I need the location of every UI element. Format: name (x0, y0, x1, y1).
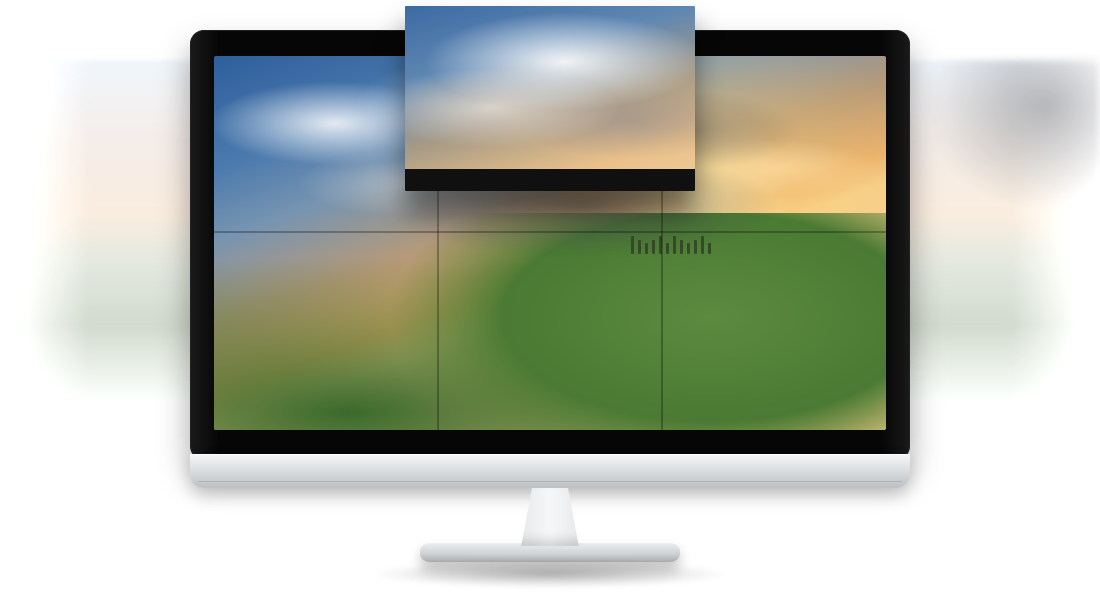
floating-tile (405, 6, 695, 191)
monitor-chin (190, 454, 910, 488)
landscape-hill (214, 213, 886, 430)
floating-tile-bottom-bar (405, 169, 695, 191)
hill-trees (631, 228, 751, 254)
monitor-stand-neck (505, 488, 595, 546)
stage (0, 0, 1100, 595)
floor-shadow (370, 560, 730, 588)
floating-tile-image (405, 6, 695, 191)
